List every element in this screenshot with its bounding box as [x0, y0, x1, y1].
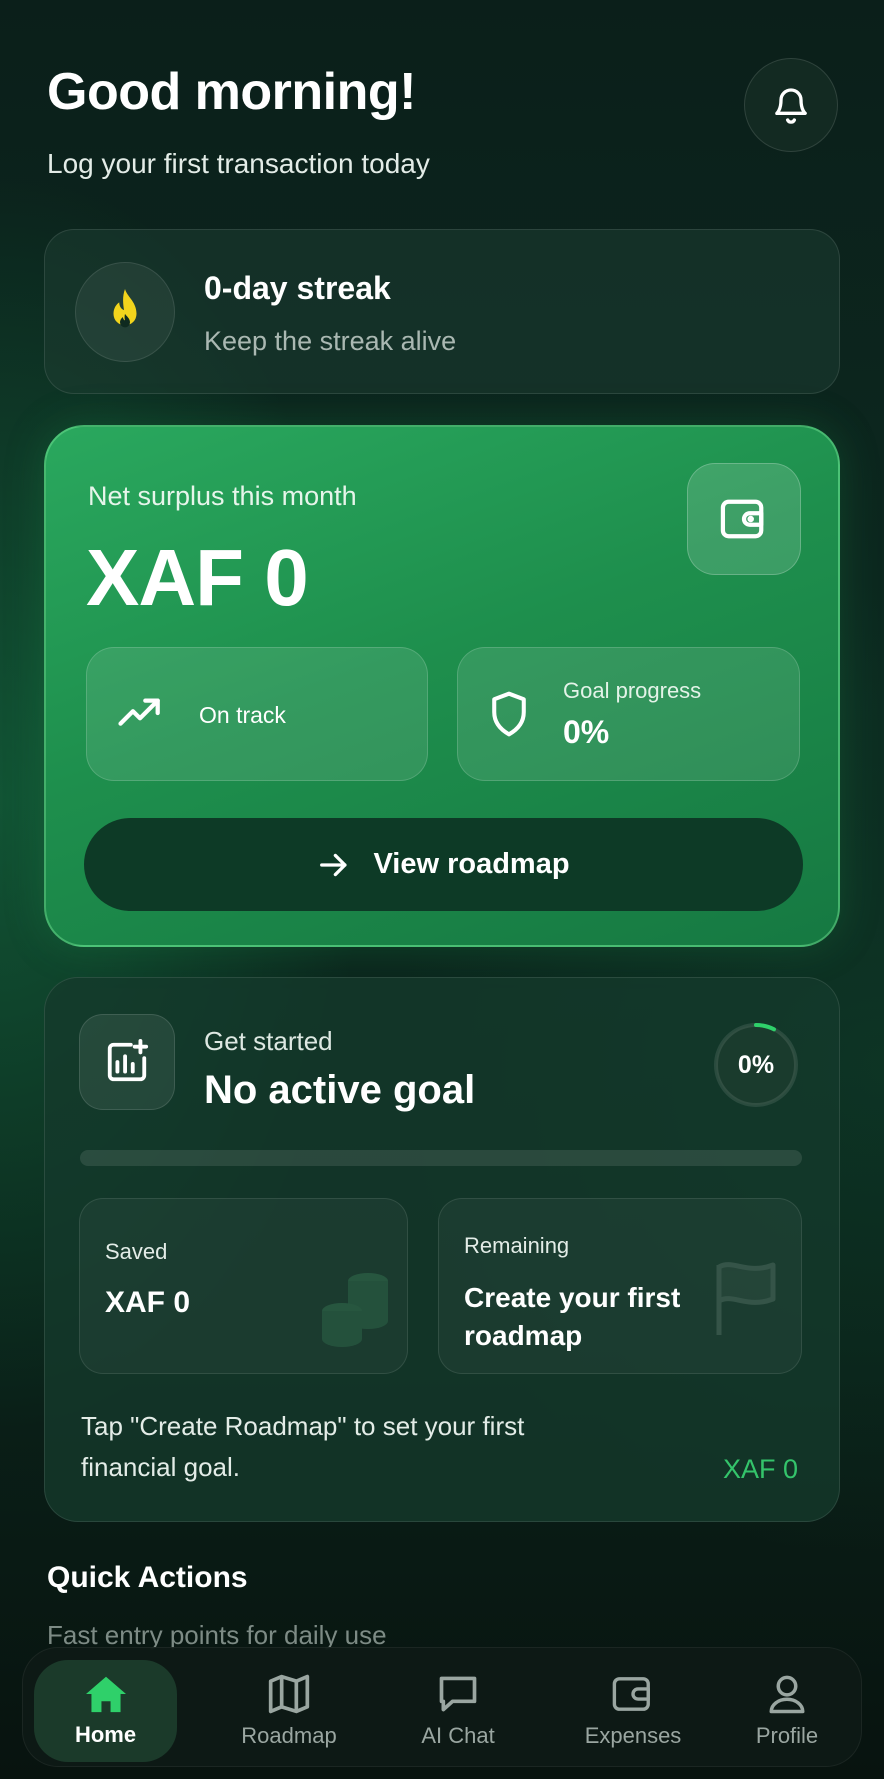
goal-amount: XAF 0 [723, 1454, 799, 1484]
goal-hint: Tap "Create Roadmap" to set your first f… [81, 1411, 525, 1482]
bell-icon [775, 88, 807, 124]
notifications-button[interactable] [744, 58, 838, 152]
shield-icon [492, 691, 526, 737]
surplus-amount: XAF 0 [86, 533, 309, 622]
trending-up-icon [118, 698, 160, 726]
goal-progress-ring: 0% [712, 1021, 800, 1109]
bottom-nav: Home Roadmap AI Chat Expenses Profile [22, 1647, 862, 1767]
nav-label-profile: Profile [755, 1723, 819, 1748]
streak-title: 0-day streak [204, 270, 391, 306]
saved-value: XAF 0 [105, 1286, 191, 1319]
streak-subtitle: Keep the streak alive [204, 326, 457, 356]
nav-item-expenses[interactable]: Expenses [553, 1660, 713, 1762]
surplus-label: Net surplus this month [88, 481, 357, 511]
nav-item-home[interactable]: Home [34, 1660, 177, 1762]
page-subtitle: Log your first transaction today [47, 148, 430, 179]
flame-icon [113, 289, 137, 328]
net-surplus-card: Net surplus this month XAF 0 On track Go… [44, 425, 840, 947]
goal-progress-bar [80, 1150, 802, 1166]
page-title: Good morning! [47, 63, 416, 121]
streak-icon-badge [75, 262, 175, 362]
nav-label-ai-chat: AI Chat [421, 1723, 495, 1748]
map-icon [268, 1674, 310, 1714]
nav-item-profile[interactable]: Profile [728, 1660, 846, 1762]
home-icon [85, 1676, 126, 1713]
streak-card[interactable]: 0-day streak Keep the streak alive [44, 229, 840, 394]
view-roadmap-label: View roadmap [373, 848, 570, 880]
nav-label-home: Home [74, 1722, 137, 1747]
goal-card: Get started No active goal 0% Saved XAF … [44, 977, 840, 1522]
on-track-stat: On track [86, 647, 428, 781]
remaining-value: Create your first roadmap [464, 1282, 681, 1351]
quick-actions-title: Quick Actions [47, 1561, 248, 1594]
coins-icon [322, 1273, 388, 1347]
remaining-box[interactable]: Remaining Create your first roadmap [438, 1198, 802, 1374]
saved-label: Saved [105, 1239, 168, 1264]
flag-icon [716, 1262, 776, 1335]
nav-item-ai-chat[interactable]: AI Chat [388, 1660, 528, 1762]
wallet-icon [612, 1677, 650, 1711]
goal-progress-stat: Goal progress 0% [457, 647, 800, 781]
view-roadmap-button[interactable]: View roadmap [84, 818, 803, 911]
goal-progress-text: 0% [737, 1050, 775, 1079]
nav-label-expenses: Expenses [584, 1723, 682, 1748]
on-track-label: On track [199, 702, 286, 728]
nav-item-roadmap[interactable]: Roadmap [213, 1660, 365, 1762]
goal-title: No active goal [204, 1068, 476, 1112]
chart-add-icon [107, 1039, 149, 1082]
saved-box: Saved XAF 0 [79, 1198, 408, 1374]
goal-eyebrow: Get started [204, 1026, 333, 1056]
goal-icon-badge [79, 1014, 175, 1110]
goal-progress-label: Goal progress [563, 678, 702, 703]
goal-progress-value: 0% [563, 714, 610, 750]
arrow-right-icon [320, 853, 347, 876]
nav-label-roadmap: Roadmap [241, 1723, 337, 1748]
wallet-icon [720, 499, 764, 539]
chat-icon [439, 1676, 477, 1712]
user-icon [769, 1675, 805, 1714]
remaining-label: Remaining [464, 1233, 570, 1258]
wallet-button[interactable] [687, 463, 801, 575]
